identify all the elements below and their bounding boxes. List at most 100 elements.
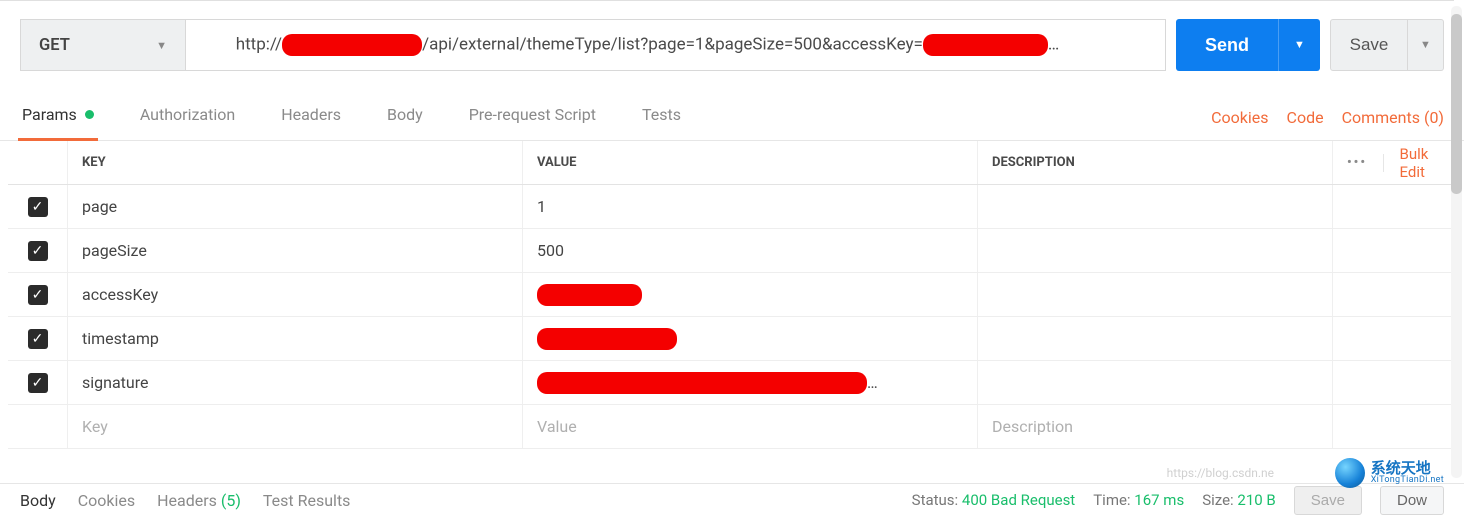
row-checkbox[interactable]: ✓: [8, 317, 68, 360]
params-row: ✓ signature…: [8, 361, 1456, 405]
cookies-link[interactable]: Cookies: [1211, 108, 1268, 127]
send-button[interactable]: Send: [1176, 19, 1278, 71]
row-value-input[interactable]: [523, 273, 978, 316]
redact-block: [537, 372, 867, 394]
params-header-row: KEY VALUE DESCRIPTION ••• Bulk Edit: [8, 141, 1456, 185]
row-value-input[interactable]: …: [523, 361, 978, 404]
request-bar: GET ▼ http:///api/external/themeType/lis…: [0, 1, 1464, 89]
save-response-button[interactable]: Save: [1294, 486, 1362, 515]
request-tabs: Params Authorization Headers Body Pre-re…: [20, 95, 683, 140]
comments-link[interactable]: Comments (0): [1342, 108, 1444, 127]
redact-tail: [923, 34, 1048, 56]
redact-block: [537, 328, 677, 350]
size-stat: Size: 210 B: [1202, 491, 1276, 509]
check-icon: ✓: [28, 373, 48, 393]
code-link[interactable]: Code: [1287, 108, 1324, 127]
new-description-input[interactable]: Description: [978, 405, 1333, 448]
tab-aux-links: Cookies Code Comments (0): [1211, 108, 1444, 127]
dot-icon: [85, 110, 94, 119]
tab-headers[interactable]: Headers: [279, 95, 343, 140]
row-checkbox[interactable]: ✓: [8, 361, 68, 404]
tab-label: Headers: [281, 105, 341, 124]
save-button-group: Save ▼: [1330, 19, 1444, 71]
http-method-value: GET: [39, 36, 70, 55]
new-key-input[interactable]: Key: [68, 405, 523, 448]
divider: [1383, 154, 1384, 172]
row-description-input[interactable]: [978, 317, 1333, 360]
row-checkbox[interactable]: ✓: [8, 229, 68, 272]
params-row: ✓ accessKey: [8, 273, 1456, 317]
row-key-input[interactable]: accessKey: [68, 273, 523, 316]
row-description-input[interactable]: [978, 361, 1333, 404]
bulk-edit-link[interactable]: Bulk Edit: [1400, 145, 1429, 181]
params-row: ✓ timestamp: [8, 317, 1456, 361]
download-response-button[interactable]: Dow: [1380, 486, 1444, 515]
check-icon: ✓: [28, 197, 48, 217]
check-icon: ✓: [28, 285, 48, 305]
resp-tab-cookies[interactable]: Cookies: [78, 491, 135, 510]
row-key-input[interactable]: page: [68, 185, 523, 228]
params-row: ✓ page1: [8, 185, 1456, 229]
chevron-down-icon: ▼: [156, 39, 167, 52]
col-actions: ••• Bulk Edit: [1333, 141, 1443, 184]
row-description-input[interactable]: [978, 229, 1333, 272]
status-stat: Status: 400 Bad Request: [912, 491, 1076, 509]
row-tail: [1333, 185, 1443, 228]
params-table: KEY VALUE DESCRIPTION ••• Bulk Edit ✓ pag…: [8, 141, 1456, 449]
row-description-input[interactable]: [978, 185, 1333, 228]
tab-prerequest[interactable]: Pre-request Script: [467, 95, 598, 140]
response-tabs: Body Cookies Headers (5) Test Results: [20, 491, 350, 510]
resp-tab-headers[interactable]: Headers (5): [157, 491, 241, 510]
redact-host: [282, 34, 422, 56]
scroll-thumb[interactable]: [1451, 14, 1462, 194]
col-key: KEY: [68, 141, 523, 184]
tab-label: Body: [387, 105, 423, 124]
col-description: DESCRIPTION: [978, 141, 1333, 184]
http-method-select[interactable]: GET ▼: [21, 20, 186, 70]
row-tail: [1333, 361, 1443, 404]
row-tail: [1333, 317, 1443, 360]
row-key-input[interactable]: timestamp: [68, 317, 523, 360]
tab-body[interactable]: Body: [385, 95, 425, 140]
save-dropdown-button[interactable]: ▼: [1408, 19, 1444, 71]
row-checkbox[interactable]: ✓: [8, 185, 68, 228]
method-url-group: GET ▼ http:///api/external/themeType/lis…: [20, 19, 1166, 71]
send-button-group: Send ▼: [1176, 19, 1320, 71]
time-stat: Time: 167 ms: [1093, 491, 1184, 509]
col-value: VALUE: [523, 141, 978, 184]
row-key-input[interactable]: signature: [68, 361, 523, 404]
watermark-url: https://blog.csdn.ne: [1167, 466, 1274, 480]
col-checkbox: [8, 141, 68, 184]
tab-authorization[interactable]: Authorization: [138, 95, 237, 140]
response-stats: Status: 400 Bad Request Time: 167 ms Siz…: [912, 486, 1444, 515]
response-bar: Body Cookies Headers (5) Test Results St…: [0, 483, 1464, 516]
check-icon: ✓: [28, 241, 48, 261]
send-dropdown-button[interactable]: ▼: [1278, 19, 1320, 71]
row-checkbox[interactable]: ✓: [8, 273, 68, 316]
more-icon[interactable]: •••: [1347, 155, 1367, 170]
tab-label: Pre-request Script: [469, 105, 596, 124]
tabs-row: Params Authorization Headers Body Pre-re…: [0, 95, 1464, 141]
row-value-input[interactable]: 1: [523, 185, 978, 228]
row-value-input[interactable]: [523, 317, 978, 360]
check-icon: ✓: [28, 329, 48, 349]
row-description-input[interactable]: [978, 273, 1333, 316]
tab-label: Params: [22, 105, 77, 124]
tab-params[interactable]: Params: [20, 95, 96, 140]
vertical-scrollbar[interactable]: [1451, 6, 1462, 478]
resp-tab-testresults[interactable]: Test Results: [263, 491, 351, 510]
row-tail: [1333, 405, 1443, 448]
row-value-input[interactable]: 500: [523, 229, 978, 272]
save-button[interactable]: Save: [1330, 19, 1408, 71]
params-row: ✓ pageSize500: [8, 229, 1456, 273]
params-new-row: Key Value Description: [8, 405, 1456, 449]
new-value-input[interactable]: Value: [523, 405, 978, 448]
url-input[interactable]: http:///api/external/themeType/list?page…: [186, 20, 1165, 70]
resp-tab-body[interactable]: Body: [20, 491, 56, 510]
tab-label: Tests: [642, 105, 681, 124]
tab-tests[interactable]: Tests: [640, 95, 683, 140]
row-tail: [1333, 273, 1443, 316]
url-text: http:///api/external/themeType/list?page…: [202, 20, 1059, 70]
row-checkbox[interactable]: [8, 405, 68, 448]
row-key-input[interactable]: pageSize: [68, 229, 523, 272]
